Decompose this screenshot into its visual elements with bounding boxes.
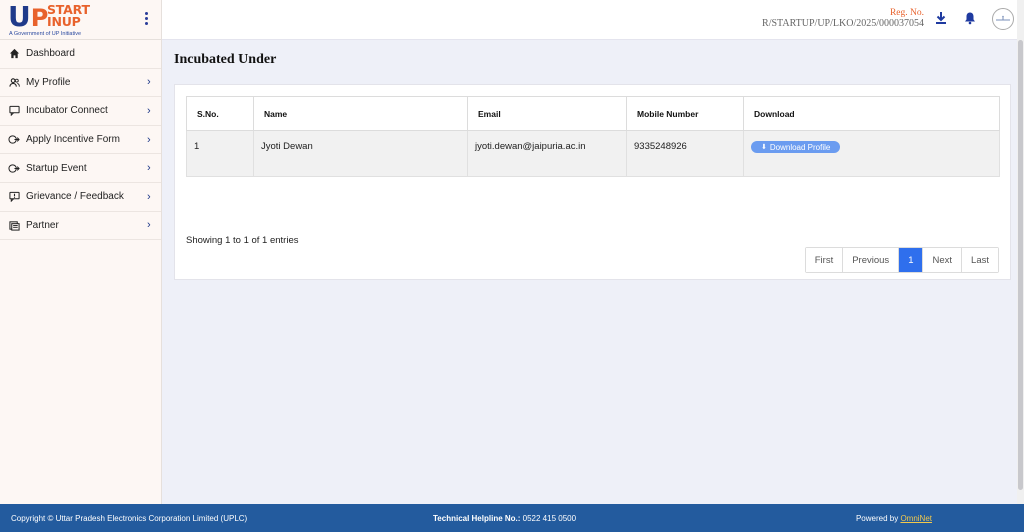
sidebar-item-partner[interactable]: Partner › (0, 212, 161, 241)
pager-last[interactable]: Last (962, 248, 998, 272)
sidebar-item-grievance-feedback[interactable]: Grievance / Feedback › (0, 183, 161, 212)
logo-wordmark: START INUP (47, 2, 90, 29)
footer: Copyright © Uttar Pradesh Electronics Co… (0, 504, 1024, 532)
scrollbar[interactable] (1017, 0, 1024, 532)
partner-icon (8, 219, 20, 231)
powered-by-label: Powered by (855, 514, 899, 523)
reg-label: Reg. No. (889, 8, 924, 18)
sidebar-item-my-profile[interactable]: My Profile › (0, 69, 161, 98)
kebab-menu-icon[interactable] (142, 12, 150, 28)
chevron-right-icon: › (147, 190, 151, 203)
form-icon (8, 134, 20, 146)
download-icon[interactable] (934, 11, 950, 27)
helpline-number: 0522 415 0500 (522, 514, 577, 523)
chevron-right-icon: › (147, 104, 151, 117)
sidebar-item-label: Startup Event (26, 162, 87, 174)
people-icon (8, 76, 20, 88)
sidebar-item-label: Grievance / Feedback (26, 191, 124, 203)
topbar: Reg. No. R/STARTUP/UP/LKO/2025/000037054 (162, 0, 1024, 40)
sidebar-item-apply-incentive-form[interactable]: Apply Incentive Form › (0, 126, 161, 155)
logo-tagline: A Government of UP Initiative (9, 31, 82, 37)
pager-next[interactable]: Next (923, 248, 963, 272)
sidebar-item-label: Dashboard (26, 48, 75, 60)
helpline-label: Technical Helpline No.: (433, 514, 521, 523)
cell-sno: 1 (186, 130, 254, 177)
entries-info: Showing 1 to 1 of 1 entries (186, 235, 299, 246)
download-icon: ⬇ (761, 144, 767, 151)
event-icon (8, 162, 20, 174)
logo-mark: UP (8, 0, 49, 33)
chevron-right-icon: › (147, 162, 151, 175)
column-header[interactable]: Email (467, 96, 627, 131)
table-header-row: S.No. Name Email Mobile Number Download (186, 96, 1000, 131)
cell-download: ⬇ Download Profile (743, 130, 1000, 177)
footer-helpline: Technical Helpline No.: 0522 415 0500 (433, 514, 576, 523)
table-card: S.No. Name Email Mobile Number Download … (174, 84, 1011, 280)
column-header[interactable]: Mobile Number (626, 96, 744, 131)
table-row: 1 Jyoti Dewan jyoti.dewan@jaipuria.ac.in… (186, 130, 1000, 177)
download-profile-label: Download Profile (769, 142, 831, 152)
cell-mobile: 9335248926 (626, 130, 744, 177)
chevron-right-icon: › (147, 133, 151, 146)
reg-number: R/STARTUP/UP/LKO/2025/000037054 (762, 18, 924, 29)
sidebar-item-label: Partner (26, 219, 59, 231)
pager-page-current[interactable]: 1 (899, 248, 924, 272)
column-header[interactable]: Name (253, 96, 468, 131)
column-header[interactable]: S.No. (186, 96, 254, 131)
home-icon (8, 48, 20, 60)
bell-icon[interactable] (963, 11, 979, 27)
chevron-right-icon: › (147, 76, 151, 89)
omninet-link[interactable]: OmniNet (900, 514, 932, 523)
cell-email: jyoti.dewan@jaipuria.ac.in (467, 130, 627, 177)
chevron-right-icon: › (147, 219, 151, 232)
logo[interactable]: UP START INUP A Government of UP Initiat… (0, 0, 161, 40)
page-title: Incubated Under (174, 52, 277, 67)
sidebar-item-label: My Profile (26, 76, 71, 88)
sidebar: UP START INUP A Government of UP Initiat… (0, 0, 162, 532)
incubated-table: S.No. Name Email Mobile Number Download … (186, 96, 1000, 177)
pagination: First Previous 1 Next Last (804, 247, 999, 273)
scrollbar-thumb[interactable] (1018, 40, 1023, 490)
main-content: Incubated Under S.No. Name Email Mobile … (162, 40, 1017, 504)
pager-first[interactable]: First (805, 248, 844, 272)
sidebar-item-label: Incubator Connect (26, 105, 108, 117)
download-profile-button[interactable]: ⬇ Download Profile (751, 141, 841, 153)
footer-powered-by: Powered by OmniNet (856, 514, 932, 523)
cell-name: Jyoti Dewan (253, 130, 468, 177)
footer-copyright: Copyright © Uttar Pradesh Electronics Co… (11, 514, 248, 523)
sidebar-item-label: Apply Incentive Form (26, 134, 120, 146)
sidebar-item-dashboard[interactable]: Dashboard (0, 40, 161, 69)
sidebar-item-startup-event[interactable]: Startup Event › (0, 154, 161, 183)
avatar[interactable] (992, 8, 1014, 30)
column-header[interactable]: Download (743, 96, 1000, 131)
feedback-icon (8, 191, 20, 203)
chat-icon (8, 105, 20, 117)
sidebar-item-incubator-connect[interactable]: Incubator Connect › (0, 97, 161, 126)
pager-previous[interactable]: Previous (843, 248, 900, 272)
